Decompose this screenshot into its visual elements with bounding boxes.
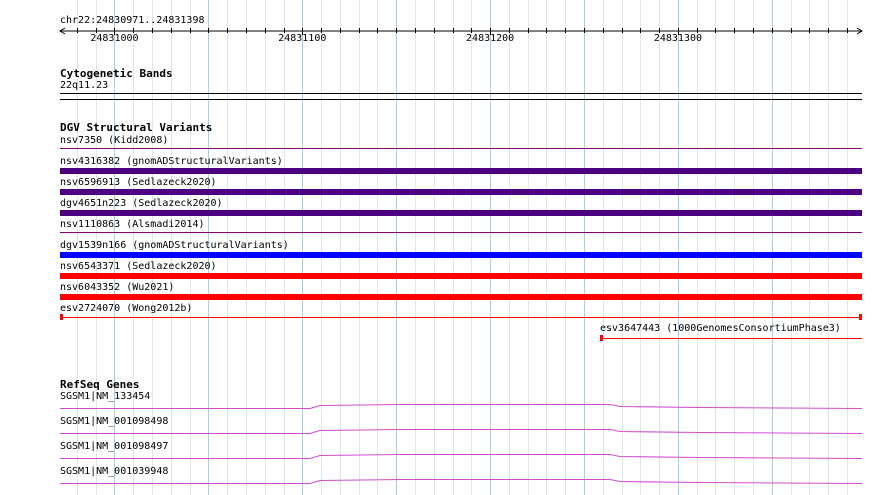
cyto-band-line[interactable] [60,93,862,94]
variant-bar-blue[interactable] [60,252,862,258]
ruler[interactable] [0,0,890,60]
dgv-track-title: DGV Structural Variants [60,121,213,134]
variant-label[interactable]: dgv4651n223 (Sedlazeck2020) [60,198,223,210]
variant-label[interactable]: esv2724070 (Wong2012b) [60,303,192,315]
ruler-tick-label: 24831200 [466,33,515,44]
gene-line[interactable] [60,404,863,409]
variant-bar-outline[interactable] [60,232,862,233]
variant-end-cap-left [60,314,63,320]
variant-label[interactable]: nsv7350 (Kidd2008) [60,135,168,147]
ruler-tick-label: 24831300 [653,33,703,44]
variant-bar-dark[interactable] [60,168,862,174]
variant-label[interactable]: nsv6043352 (Wu2021) [60,282,174,294]
cyto-track-title: Cytogenetic Bands [60,67,173,80]
variant-bar-outline[interactable] [60,148,862,149]
cyto-band-line-lower [60,99,862,100]
ruler-tick-label: 24831100 [278,33,327,44]
variant-label[interactable]: nsv6543371 (Sedlazeck2020) [60,261,217,273]
variant-bar-thin-red[interactable] [60,317,862,318]
variant-label[interactable]: esv3647443 (1000GenomesConsortiumPhase3) [600,323,841,335]
variant-bar-red[interactable] [60,294,862,300]
gene-line[interactable] [60,479,863,484]
variant-bar-red[interactable] [60,273,862,279]
variant-label[interactable]: nsv1110863 (Alsmadi2014) [60,219,205,231]
variant-end-cap-left [600,335,603,341]
variant-label[interactable]: nsv6596913 (Sedlazeck2020) [60,177,217,189]
variant-end-cap-right [859,314,862,320]
variant-label[interactable]: dgv1539n166 (gnomADStructuralVariants) [60,240,289,252]
gene-line[interactable] [60,429,863,434]
variant-bar-dark[interactable] [60,189,862,195]
cyto-band-label: 22q11.23 [60,80,109,91]
variant-bar-dark[interactable] [60,210,862,216]
ruler-tick-label: 24831000 [90,33,139,44]
variant-label[interactable]: nsv4316382 (gnomADStructuralVariants) [60,156,283,168]
variant-bar-thin-red[interactable] [600,338,862,339]
refseq-gene-lines[interactable] [0,390,890,495]
gene-line[interactable] [60,454,863,459]
